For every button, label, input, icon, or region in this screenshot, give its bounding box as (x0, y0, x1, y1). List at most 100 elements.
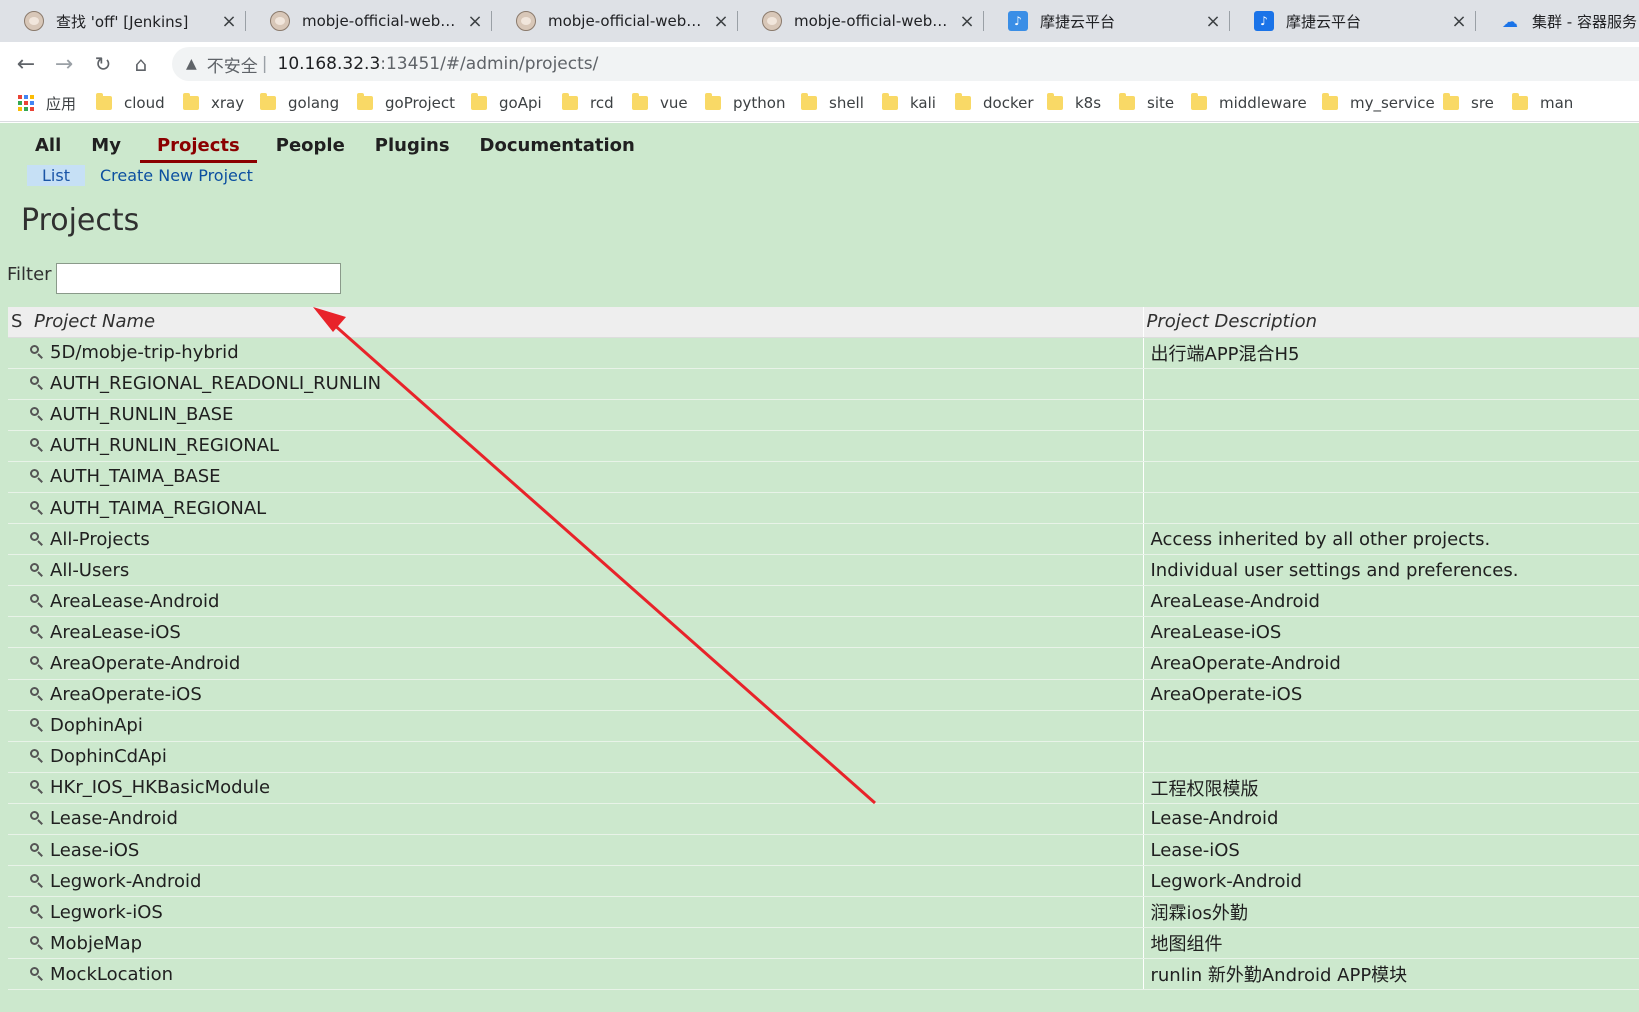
project-name-link[interactable]: AreaLease-Android (50, 591, 219, 612)
project-name-link[interactable]: All-Projects (50, 529, 150, 550)
project-name-link[interactable]: AUTH_RUNLIN_REGIONAL (50, 435, 279, 456)
magnifier-icon[interactable] (30, 376, 44, 390)
magnifier-icon[interactable] (30, 562, 44, 577)
menu-people[interactable]: People (265, 131, 356, 163)
project-name-link[interactable]: AreaLease-iOS (50, 622, 181, 643)
browser-tab[interactable]: 查找 'off' [Jenkins] × (0, 0, 246, 42)
table-row[interactable]: AreaOperate-Android AreaOperate-Android (8, 647, 1639, 680)
magnifier-icon[interactable] (30, 749, 44, 763)
project-name-link[interactable]: Lease-iOS (50, 840, 139, 861)
project-name-link[interactable]: MobjeMap (50, 933, 142, 954)
table-row[interactable]: Legwork-Android Legwork-Android (8, 865, 1639, 898)
back-icon[interactable]: ← (12, 50, 40, 78)
magnifier-icon[interactable] (30, 531, 44, 546)
warning-icon[interactable]: ▲ (186, 56, 197, 72)
magnifier-icon[interactable] (30, 904, 44, 919)
table-row[interactable]: All-Projects Access inherited by all othe… (8, 523, 1639, 556)
bookmark-folder[interactable]: cloud (96, 92, 165, 114)
project-name-link[interactable]: All-Users (50, 560, 129, 581)
bookmark-folder[interactable]: k8s (1047, 92, 1101, 114)
table-row[interactable]: DophinCdApi (8, 741, 1639, 773)
bookmark-folder[interactable]: goProject (357, 92, 455, 114)
project-name-link[interactable]: AUTH_TAIMA_REGIONAL (50, 498, 266, 519)
bookmark-folder[interactable]: middleware (1191, 92, 1307, 114)
close-tab-icon[interactable]: × (958, 11, 976, 32)
bookmark-folder[interactable]: shell (801, 92, 864, 114)
security-label[interactable]: 不安全 (207, 52, 258, 77)
table-row[interactable]: MobjeMap 地图组件 (8, 927, 1639, 960)
magnifier-icon[interactable] (30, 842, 44, 857)
bookmark-apps[interactable]: 应用 (18, 92, 76, 114)
project-name-link[interactable]: AUTH_REGIONAL_READONLI_RUNLIN (50, 373, 381, 394)
magnifier-icon[interactable] (30, 407, 44, 421)
project-name-link[interactable]: AreaOperate-Android (50, 653, 240, 674)
column-header-project-description[interactable]: Project Description (1143, 307, 1639, 338)
forward-icon[interactable]: → (50, 50, 78, 78)
project-name-link[interactable]: AUTH_TAIMA_BASE (50, 466, 221, 487)
menu-plugins[interactable]: Plugins (364, 131, 461, 163)
reload-icon[interactable]: ↻ (89, 50, 117, 78)
magnifier-icon[interactable] (30, 593, 44, 608)
table-row[interactable]: AUTH_RUNLIN_BASE (8, 399, 1639, 431)
table-row[interactable]: Lease-iOS Lease-iOS (8, 834, 1639, 867)
magnifier-icon[interactable] (30, 873, 44, 888)
project-name-link[interactable]: Lease-Android (50, 808, 178, 829)
browser-tab[interactable]: ☁ 集群 - 容器服务 (1476, 0, 1639, 42)
bookmark-folder[interactable]: sre (1443, 92, 1494, 114)
magnifier-icon[interactable] (30, 718, 44, 732)
bookmark-folder[interactable]: goApi (471, 92, 542, 114)
bookmark-folder[interactable]: my_service (1322, 92, 1435, 114)
close-tab-icon[interactable]: × (712, 11, 730, 32)
table-row[interactable]: 5D/mobje-trip-hybrid 出行端APP混合H5 (8, 337, 1639, 369)
close-tab-icon[interactable]: × (1450, 11, 1468, 32)
menu-documentation[interactable]: Documentation (469, 131, 646, 163)
magnifier-icon[interactable] (30, 438, 44, 452)
bookmark-folder[interactable]: rcd (562, 92, 614, 114)
menu-projects[interactable]: Projects (139, 131, 257, 163)
column-header-project-name[interactable]: Project Name (28, 307, 1144, 338)
table-row[interactable]: All-Users Individual user settings and pr… (8, 554, 1639, 587)
table-row[interactable]: Legwork-iOS 润霖ios外勤 (8, 896, 1639, 929)
project-name-link[interactable]: AreaOperate-iOS (50, 684, 202, 705)
table-row[interactable]: AUTH_TAIMA_REGIONAL (8, 492, 1639, 525)
close-tab-icon[interactable]: × (1204, 11, 1222, 32)
project-name-link[interactable]: HKr_IOS_HKBasicModule (50, 777, 270, 798)
column-header-s[interactable]: S (8, 307, 28, 338)
project-name-link[interactable]: MockLocation (50, 964, 173, 985)
bookmark-folder[interactable]: man (1512, 92, 1573, 114)
bookmark-folder[interactable]: xray (183, 92, 244, 114)
project-name-link[interactable]: DophinCdApi (50, 746, 167, 767)
home-icon[interactable]: ⌂ (127, 50, 155, 78)
project-name-link[interactable]: 5D/mobje-trip-hybrid (50, 342, 239, 363)
menu-all[interactable]: All (24, 131, 72, 163)
menu-my[interactable]: My (80, 131, 132, 163)
filter-input[interactable] (56, 263, 341, 294)
magnifier-icon[interactable] (30, 780, 44, 794)
project-name-link[interactable]: AUTH_RUNLIN_BASE (50, 404, 233, 425)
magnifier-icon[interactable] (30, 624, 44, 639)
browser-tab[interactable]: mobje-official-website_ × (246, 0, 492, 42)
submenu-list[interactable]: List (27, 165, 85, 186)
browser-tab[interactable]: ♪ 摩捷云平台 × (984, 0, 1230, 42)
bookmark-folder[interactable]: kali (882, 92, 936, 114)
magnifier-icon[interactable] (30, 687, 44, 701)
magnifier-icon[interactable] (30, 811, 44, 825)
magnifier-icon[interactable] (30, 935, 44, 950)
bookmark-folder[interactable]: golang (260, 92, 339, 114)
bookmark-folder[interactable]: docker (955, 92, 1034, 114)
table-row[interactable]: AreaLease-iOS AreaLease-iOS (8, 616, 1639, 649)
table-row[interactable]: AUTH_TAIMA_BASE (8, 461, 1639, 493)
browser-tab[interactable]: ♪ 摩捷云平台 × (1230, 0, 1476, 42)
magnifier-icon[interactable] (30, 966, 44, 981)
magnifier-icon[interactable] (30, 655, 44, 670)
table-row[interactable]: AreaOperate-iOS AreaOperate-iOS (8, 679, 1639, 711)
browser-tab[interactable]: mobje-official-website_ × (492, 0, 738, 42)
table-row[interactable]: AUTH_RUNLIN_REGIONAL (8, 430, 1639, 462)
magnifier-icon[interactable] (30, 469, 44, 483)
close-tab-icon[interactable]: × (220, 11, 238, 32)
magnifier-icon[interactable] (30, 500, 44, 515)
browser-tab[interactable]: mobje-official-website_ × (738, 0, 984, 42)
project-name-link[interactable]: DophinApi (50, 715, 143, 736)
project-name-link[interactable]: Legwork-iOS (50, 902, 163, 923)
table-row[interactable]: AreaLease-Android AreaLease-Android (8, 585, 1639, 618)
